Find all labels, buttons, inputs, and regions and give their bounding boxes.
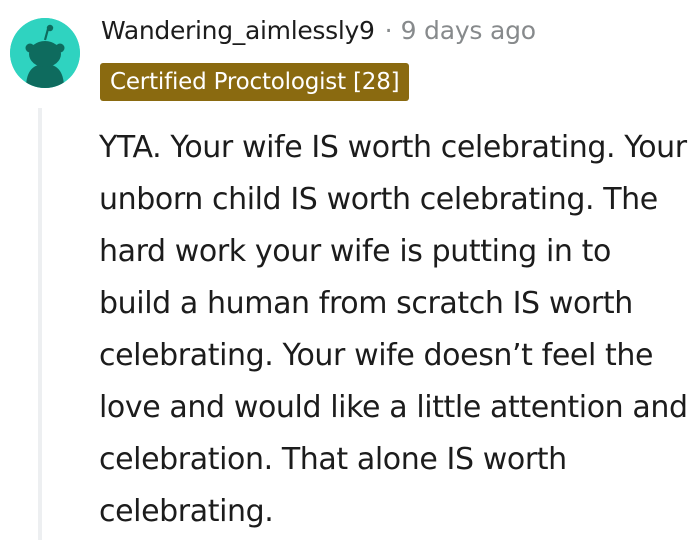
timestamp-link[interactable]: 9 days ago bbox=[401, 16, 536, 45]
snoo-avatar-icon bbox=[10, 18, 80, 88]
comment-body: YTA. Your wife IS worth celebrating. You… bbox=[99, 122, 689, 538]
comment: Wandering_aimlessly9 · 9 days ago Certif… bbox=[0, 0, 700, 540]
comment-header: Wandering_aimlessly9 · 9 days ago bbox=[101, 10, 536, 50]
meta-separator: · bbox=[384, 15, 393, 45]
user-flair-badge: Certified Proctologist [28] bbox=[100, 63, 410, 101]
user-avatar-icon[interactable] bbox=[10, 18, 80, 88]
comment-body-text: YTA. Your wife IS worth celebrating. You… bbox=[99, 130, 688, 529]
thread-collapse-line[interactable] bbox=[38, 108, 42, 540]
username-link[interactable]: Wandering_aimlessly9 bbox=[101, 16, 375, 45]
